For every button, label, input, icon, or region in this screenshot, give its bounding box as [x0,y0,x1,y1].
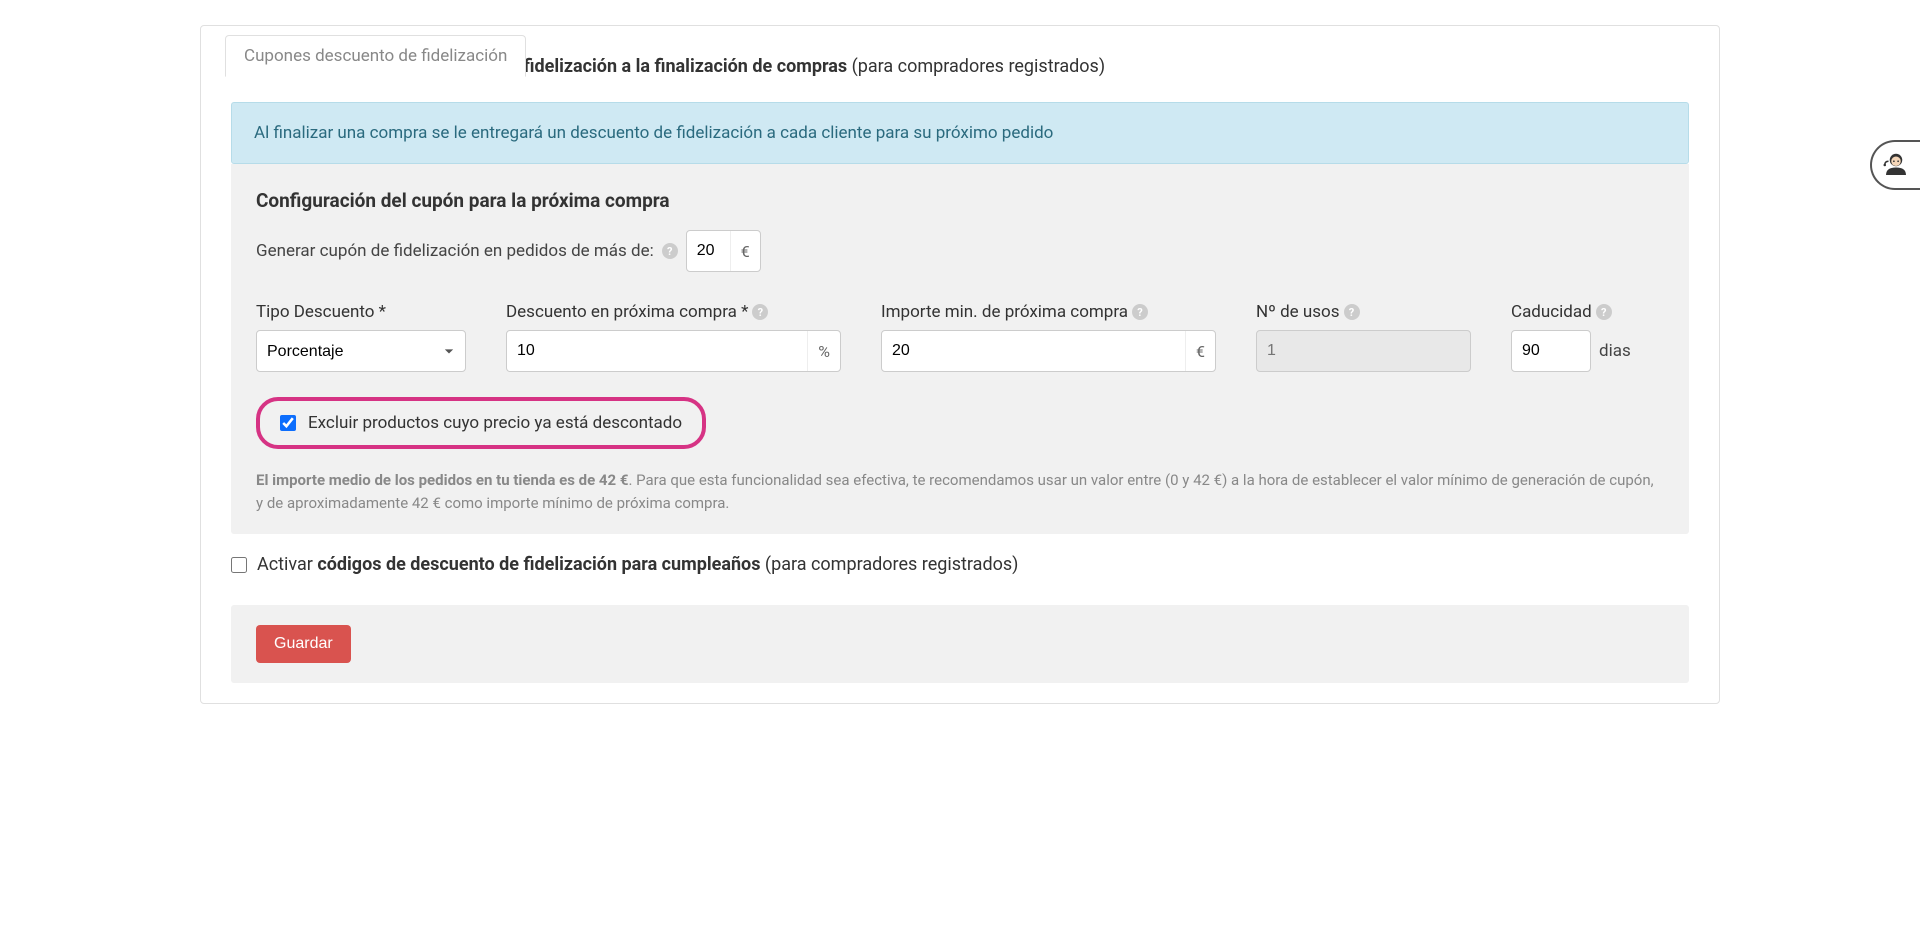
help-icon[interactable]: ? [1132,304,1148,320]
num-usos-input-group [1256,330,1471,372]
help-icon[interactable]: ? [1344,304,1360,320]
help-icon[interactable]: ? [752,304,768,320]
exclude-discounted-checkbox[interactable] [280,415,296,431]
importe-min-input-group: € [881,330,1216,372]
support-agent-icon [1881,150,1911,180]
tipo-descuento-select[interactable]: Porcentaje [256,330,466,372]
panel-tab-title: Cupones descuento de fidelización [225,35,526,77]
activate-birthday-checkbox[interactable] [231,557,247,573]
info-banner: Al finalizar una compra se le entregará … [231,102,1689,164]
caducidad-label: Caducidad ? [1511,302,1631,322]
descuento-proxima-label: Descuento en próxima compra * ? [506,302,841,322]
field-tipo-descuento: Tipo Descuento * Porcentaje [256,302,466,372]
caducidad-input[interactable] [1512,334,1590,368]
field-descuento-proxima: Descuento en próxima compra * ? % [506,302,841,372]
config-fields-row: Tipo Descuento * Porcentaje Descuento en… [256,302,1664,372]
exclude-discounted-highlight: Excluir productos cuyo precio ya está de… [256,397,706,449]
config-title: Configuración del cupón para la próxima … [256,189,1664,212]
caducidad-input-group [1511,330,1591,372]
tipo-descuento-label: Tipo Descuento * [256,302,466,322]
coupon-config-section: Configuración del cupón para la próxima … [231,164,1689,534]
importe-min-label: Importe min. de próxima compra ? [881,302,1216,322]
caducidad-unit: dias [1599,341,1631,361]
generate-threshold-label: Generar cupón de fidelización en pedidos… [256,241,654,261]
num-usos-label: Nº de usos ? [1256,302,1471,322]
activate-birthday-row: Activar códigos de descuento de fideliza… [231,554,1689,575]
generate-threshold-input-group: € [686,230,761,272]
field-importe-min: Importe min. de próxima compra ? € [881,302,1216,372]
generate-threshold-input[interactable] [687,234,730,268]
num-usos-input [1257,334,1470,368]
loyalty-coupons-panel: Activar códigos de descuento de fideliza… [200,25,1720,704]
exclude-discounted-label[interactable]: Excluir productos cuyo precio ya está de… [308,413,682,433]
descuento-proxima-input-group: % [506,330,841,372]
generate-threshold-row: Generar cupón de fidelización en pedidos… [256,230,1664,272]
field-caducidad: Caducidad ? dias [1511,302,1631,372]
descuento-proxima-input[interactable] [507,334,807,368]
support-badge[interactable] [1870,140,1920,190]
help-icon[interactable]: ? [1596,304,1612,320]
descuento-proxima-unit: % [807,331,840,371]
footer-actions: Guardar [231,605,1689,683]
activate-birthday-label[interactable]: Activar códigos de descuento de fideliza… [257,554,1018,575]
help-icon[interactable]: ? [662,243,678,259]
generate-threshold-unit: € [730,231,760,271]
importe-min-input[interactable] [882,334,1185,368]
save-button[interactable]: Guardar [256,625,351,663]
field-num-usos: Nº de usos ? [1256,302,1471,372]
importe-min-unit: € [1185,331,1215,371]
config-hint-text: El importe medio de los pedidos en tu ti… [256,469,1664,514]
